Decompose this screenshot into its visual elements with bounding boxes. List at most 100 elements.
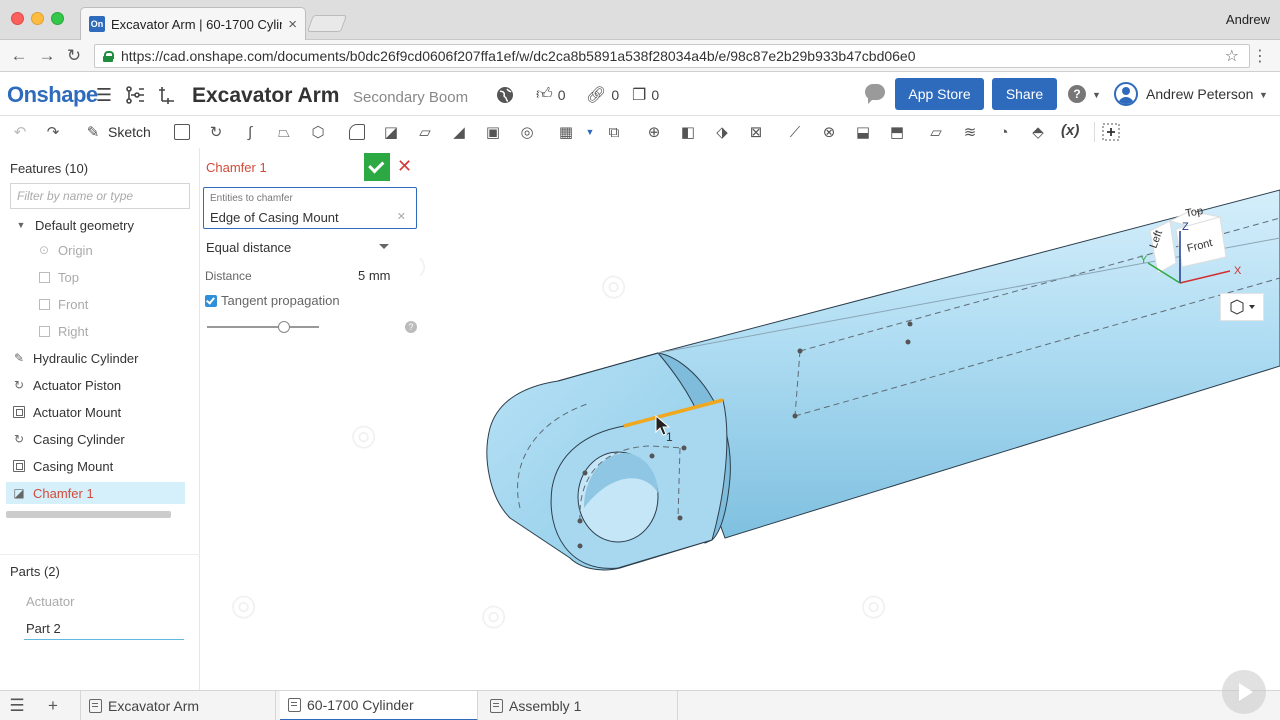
variable-button[interactable]: (x) <box>1061 122 1079 139</box>
dialog-title[interactable]: Chamfer 1 <box>206 160 267 175</box>
back-arrow-icon[interactable]: ← <box>8 45 30 67</box>
tab-manager-icon[interactable]: ☰ <box>8 696 26 715</box>
hole-icon[interactable]: ◎ <box>517 122 537 142</box>
pattern-chevron-down-icon[interactable]: ▼ <box>580 122 600 142</box>
version-graph-icon[interactable] <box>124 84 146 106</box>
sketch-button[interactable]: Sketch <box>108 124 151 140</box>
tree-item-top-plane[interactable]: Top <box>0 266 185 288</box>
rollback-slider-handle[interactable] <box>278 321 290 333</box>
browser-profile-name[interactable]: Andrew <box>1226 12 1270 27</box>
loft-icon[interactable]: ⏢ <box>274 122 294 142</box>
hamburger-menu-icon[interactable]: ☰ <box>93 84 115 106</box>
sketch-pencil-icon[interactable]: ✎ <box>83 122 103 142</box>
tree-item-chamfer-1[interactable]: ◪ Chamfer 1 <box>6 482 185 504</box>
links-stat[interactable]: 🔗︎ 0 <box>586 85 619 105</box>
boolean-icon[interactable]: ⊕ <box>644 122 664 142</box>
draft-icon[interactable]: ⏥ <box>415 122 435 142</box>
expand-chevron-down-icon[interactable]: ▼ <box>14 218 28 232</box>
add-tab-plus-icon[interactable]: + <box>44 696 62 715</box>
cancel-x-button[interactable]: ✕ <box>397 156 412 177</box>
entity-selection-value[interactable]: Edge of Casing Mount <box>210 210 339 225</box>
bookmark-star-icon[interactable]: ☆ <box>1225 46 1239 66</box>
tab-close-icon[interactable]: × <box>288 16 297 33</box>
replace-face-icon[interactable]: ⬒ <box>887 122 907 142</box>
dialog-help-icon[interactable]: ? <box>405 321 417 333</box>
features-heading[interactable]: Features (10) <box>10 161 88 176</box>
shell-icon[interactable]: ▣ <box>483 122 503 142</box>
onshape-logo[interactable]: Onshape <box>7 82 98 108</box>
undo-icon[interactable]: ↶ <box>10 122 30 142</box>
user-chevron-down-icon[interactable]: ▼ <box>1259 90 1268 100</box>
window-maximize-button[interactable] <box>51 12 64 25</box>
url-input[interactable]: https://cad.onshape.com/documents/b0dc26… <box>94 44 1250 68</box>
document-title[interactable]: Excavator Arm <box>192 84 339 108</box>
tree-item-origin[interactable]: ⊙ Origin <box>0 239 185 261</box>
pattern-icon[interactable]: ▦ <box>556 122 576 142</box>
app-store-button[interactable]: App Store <box>895 78 984 110</box>
comments-icon[interactable] <box>865 84 885 104</box>
clear-selection-icon[interactable]: ✕ <box>397 210 406 223</box>
part-item-actuator[interactable]: Actuator <box>26 594 74 609</box>
import-icon[interactable]: ⬘ <box>1028 122 1048 142</box>
window-minimize-button[interactable] <box>31 12 44 25</box>
parts-heading[interactable]: Parts (2) <box>10 564 60 579</box>
mate-connector-icon[interactable]: ◔ <box>994 122 1014 142</box>
tree-item-actuator-mount[interactable]: Actuator Mount <box>0 401 185 423</box>
globe-public-icon[interactable] <box>494 84 516 106</box>
tree-item-front-plane[interactable]: Front <box>0 293 185 315</box>
tree-item-hydraulic-cylinder[interactable]: ✎ Hydraulic Cylinder <box>0 347 185 369</box>
entities-selection-field[interactable]: Entities to chamfer Edge of Casing Mount… <box>203 187 417 229</box>
tree-item-casing-mount[interactable]: Casing Mount <box>0 455 185 477</box>
chamfer-type-chevron-down-icon[interactable] <box>379 244 389 254</box>
fillet-icon[interactable] <box>347 122 367 142</box>
tangent-propagation-checkbox[interactable] <box>205 295 217 307</box>
plane-icon[interactable]: ▱ <box>926 122 946 142</box>
window-close-button[interactable] <box>11 12 24 25</box>
tangent-propagation-label[interactable]: Tangent propagation <box>221 293 340 308</box>
mirror-icon[interactable]: ⧉ <box>604 122 624 142</box>
reload-icon[interactable]: ↻ <box>63 45 85 67</box>
tree-default-geometry[interactable]: ▼ Default geometry <box>0 214 185 236</box>
helix-icon[interactable]: ≋ <box>960 122 980 142</box>
move-face-icon[interactable]: ⬓ <box>853 122 873 142</box>
tab-excavator-arm[interactable]: Excavator Arm <box>80 691 276 720</box>
tab-60-1700-cylinder[interactable]: 60-1700 Cylinder <box>280 691 478 720</box>
revolve-icon[interactable]: ↻ <box>206 122 226 142</box>
help-icon[interactable]: ? <box>1068 85 1086 103</box>
sweep-icon[interactable]: ∫ <box>240 122 260 142</box>
split-icon[interactable]: ◧ <box>678 122 698 142</box>
rib-icon[interactable]: ◢ <box>449 122 469 142</box>
insert-part-icon[interactable] <box>156 84 178 106</box>
tree-item-right-plane[interactable]: Right <box>0 320 185 342</box>
tree-item-casing-cylinder[interactable]: ↻ Casing Cylinder <box>0 428 185 450</box>
panel-divider[interactable] <box>0 554 200 555</box>
feature-filter-input[interactable] <box>10 183 190 209</box>
part-item-part-2[interactable]: Part 2 <box>26 621 61 636</box>
help-chevron-down-icon[interactable]: ▼ <box>1092 90 1101 100</box>
rollback-slider-track[interactable] <box>207 326 319 328</box>
video-play-button[interactable] <box>1222 670 1266 714</box>
modify-fillet-icon[interactable]: ⟋ <box>785 122 805 142</box>
redo-icon[interactable]: ↷ <box>43 122 63 142</box>
view-mode-dropdown[interactable] <box>1220 293 1264 321</box>
add-custom-feature-icon[interactable] <box>1101 122 1121 142</box>
share-button[interactable]: Share <box>992 78 1057 110</box>
browser-menu-icon[interactable]: ⋮ <box>1252 46 1268 66</box>
new-tab-button[interactable] <box>306 15 348 32</box>
chamfer-icon[interactable]: ◪ <box>381 122 401 142</box>
transform-icon[interactable]: ⬗ <box>712 122 732 142</box>
delete-part-icon[interactable]: ⊠ <box>746 122 766 142</box>
tree-item-actuator-piston[interactable]: ↻ Actuator Piston <box>0 374 185 396</box>
user-name[interactable]: Andrew Peterson <box>1146 86 1253 102</box>
view-cube[interactable]: Top Left Front X Y Z <box>1130 203 1250 298</box>
browser-tab[interactable]: On Excavator Arm | 60-1700 Cylinder × <box>80 7 306 40</box>
document-workspace[interactable]: Secondary Boom <box>353 89 468 106</box>
tab-assembly-1[interactable]: Assembly 1 <box>482 691 678 720</box>
likes-stat[interactable]: 👍︎ 0 <box>536 85 566 104</box>
delete-face-icon[interactable]: ⊗ <box>819 122 839 142</box>
chamfer-type-select[interactable]: Equal distance <box>206 240 291 255</box>
thicken-icon[interactable]: ⬡ <box>308 122 328 142</box>
horizontal-scrollbar[interactable] <box>6 511 171 518</box>
accept-checkmark-button[interactable] <box>364 153 390 181</box>
forward-arrow-icon[interactable]: → <box>36 45 58 67</box>
